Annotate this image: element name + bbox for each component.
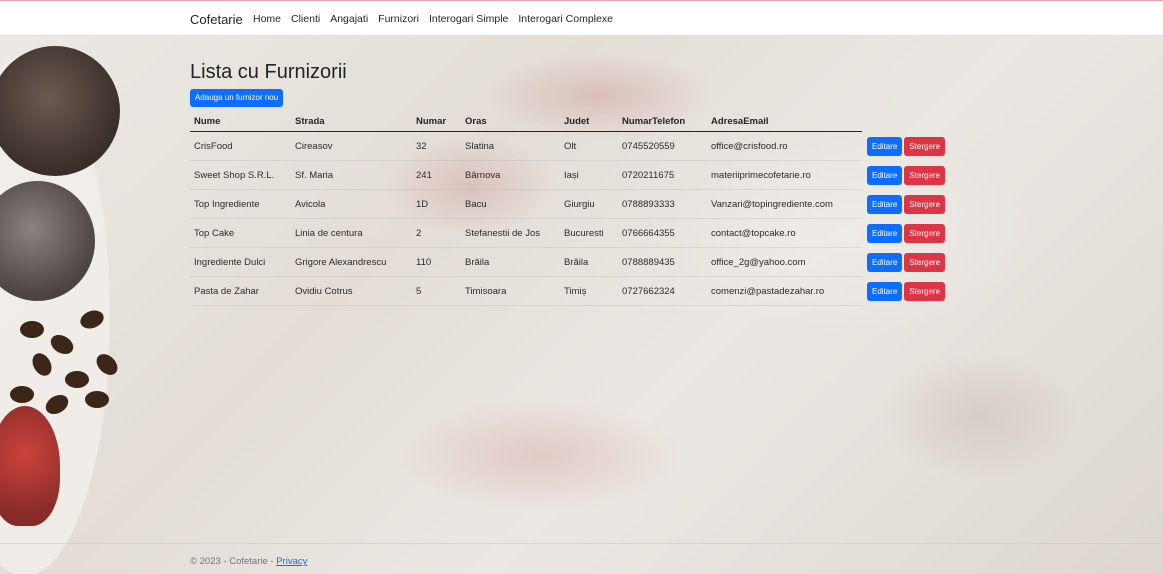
footer-copyright: © 2023 - Cofetarie - <box>190 556 277 567</box>
col-header-actions <box>862 112 961 132</box>
cell-strada: Grigore Alexandrescu <box>291 247 412 277</box>
cell-numar: 1D <box>412 189 461 219</box>
col-header-nume: Nume <box>190 112 291 132</box>
delete-button[interactable]: Stergere <box>904 136 946 156</box>
cell-nume: Top Ingrediente <box>190 189 291 219</box>
delete-button[interactable]: Stergere <box>904 281 946 301</box>
cell-nume: Sweet Shop S.R.L. <box>190 160 291 190</box>
cell-judet: Timiș <box>560 276 618 306</box>
cell-numar: 32 <box>412 131 461 161</box>
nav-link-furnizori[interactable]: Furnizori <box>378 13 419 25</box>
cell-telefon: 0766664355 <box>618 218 707 248</box>
add-supplier-button[interactable]: Adauga un furnizor nou <box>190 89 284 107</box>
table-row: Pasta de Zahar Ovidiu Cotrus 5 Timisoara Tim… <box>190 276 961 306</box>
cell-judet: Bucuresti <box>560 218 618 248</box>
cell-numar: 5 <box>412 276 461 306</box>
cell-telefon: 0720211675 <box>618 160 707 190</box>
delete-button[interactable]: Stergere <box>904 223 946 243</box>
cell-judet: Giurgiu <box>560 189 618 219</box>
navbar: Cofetarie Home Clienti Angajati Furnizor… <box>0 0 1163 36</box>
edit-button[interactable]: Editare <box>867 194 903 214</box>
row-actions: Editare Stergere <box>862 190 961 219</box>
row-actions: Editare Stergere <box>862 277 961 306</box>
edit-button[interactable]: Editare <box>867 281 903 301</box>
col-header-numartelefon: NumarTelefon <box>618 112 707 132</box>
cell-email: Vanzari@topingrediente.com <box>707 189 862 219</box>
decorative-cake-image <box>0 36 120 574</box>
cell-numar: 2 <box>412 218 461 248</box>
cell-oras: Bacu <box>461 189 560 219</box>
cell-oras: Bârnova <box>461 160 560 190</box>
row-actions: Editare Stergere <box>862 161 961 190</box>
cell-email: office_2g@yahoo.com <box>707 247 862 277</box>
table-row: Sweet Shop S.R.L. Sf. Maria 241 Bârnova Iași… <box>190 160 961 190</box>
col-header-oras: Oras <box>461 112 560 132</box>
edit-button[interactable]: Editare <box>867 252 903 272</box>
cell-judet: Olt <box>560 131 618 161</box>
cell-oras: Brăila <box>461 247 560 277</box>
cell-email: comenzi@pastadezahar.ro <box>707 276 862 306</box>
footer: © 2023 - Cofetarie - Privacy <box>190 556 307 567</box>
cell-strada: Cireasov <box>291 131 412 161</box>
cell-numar: 241 <box>412 160 461 190</box>
nav-link-interogari-complexe[interactable]: Interogari Complexe <box>518 13 613 25</box>
row-actions: Editare Stergere <box>862 219 961 248</box>
table-row: Ingrediente Dulci Grigore Alexandrescu 110… <box>190 247 961 277</box>
cell-strada: Sf. Maria <box>291 160 412 190</box>
cell-email: contact@topcake.ro <box>707 218 862 248</box>
delete-button[interactable]: Stergere <box>904 165 946 185</box>
edit-button[interactable]: Editare <box>867 136 903 156</box>
row-actions: Editare Stergere <box>862 248 961 277</box>
table-row: CrisFood Cireasov 32 Slatina Olt 0745520559 of… <box>190 131 961 161</box>
cell-telefon: 0745520559 <box>618 131 707 161</box>
delete-button[interactable]: Stergere <box>904 194 946 214</box>
cell-oras: Stefanestii de Jos <box>461 218 560 248</box>
col-header-strada: Strada <box>291 112 412 132</box>
cell-strada: Avicola <box>291 189 412 219</box>
row-actions: Editare Stergere <box>862 132 961 161</box>
cell-telefon: 0727662324 <box>618 276 707 306</box>
col-header-adresaemail: AdresaEmail <box>707 112 862 132</box>
cell-numar: 110 <box>412 247 461 277</box>
cell-oras: Slatina <box>461 131 560 161</box>
delete-button[interactable]: Stergere <box>904 252 946 272</box>
cell-email: office@crisfood.ro <box>707 131 862 161</box>
cell-strada: Ovidiu Cotrus <box>291 276 412 306</box>
cell-telefon: 0788893333 <box>618 189 707 219</box>
col-header-numar: Numar <box>412 112 461 132</box>
edit-button[interactable]: Editare <box>867 223 903 243</box>
cell-email: materiiprimecofetarie.ro <box>707 160 862 190</box>
nav-link-angajati[interactable]: Angajati <box>330 13 368 25</box>
privacy-link[interactable]: Privacy <box>276 556 307 567</box>
nav-link-clienti[interactable]: Clienti <box>291 13 320 25</box>
footer-divider <box>0 543 1163 544</box>
table-row: Top Ingrediente Avicola 1D Bacu Giurgiu 07888… <box>190 189 961 219</box>
cell-strada: Linia de centura <box>291 218 412 248</box>
col-header-judet: Judet <box>560 112 618 132</box>
cell-oras: Timisoara <box>461 276 560 306</box>
nav-link-home[interactable]: Home <box>253 13 281 25</box>
cell-judet: Iași <box>560 160 618 190</box>
cell-nume: Top Cake <box>190 218 291 248</box>
table-row: Top Cake Linia de centura 2 Stefanestii de … <box>190 218 961 248</box>
edit-button[interactable]: Editare <box>867 165 903 185</box>
cell-telefon: 0788889435 <box>618 247 707 277</box>
cell-nume: CrisFood <box>190 131 291 161</box>
navbar-brand[interactable]: Cofetarie <box>190 12 243 27</box>
page-title: Lista cu Furnizorii <box>190 61 347 83</box>
cell-judet: Brăila <box>560 247 618 277</box>
suppliers-table: Nume Strada Numar Oras Judet NumarTelefo… <box>190 112 961 306</box>
nav-links: Home Clienti Angajati Furnizori Interoga… <box>253 13 623 25</box>
table-header-row: Nume Strada Numar Oras Judet NumarTelefo… <box>190 112 961 132</box>
nav-link-interogari-simple[interactable]: Interogari Simple <box>429 13 508 25</box>
cell-nume: Pasta de Zahar <box>190 276 291 306</box>
cell-nume: Ingrediente Dulci <box>190 247 291 277</box>
